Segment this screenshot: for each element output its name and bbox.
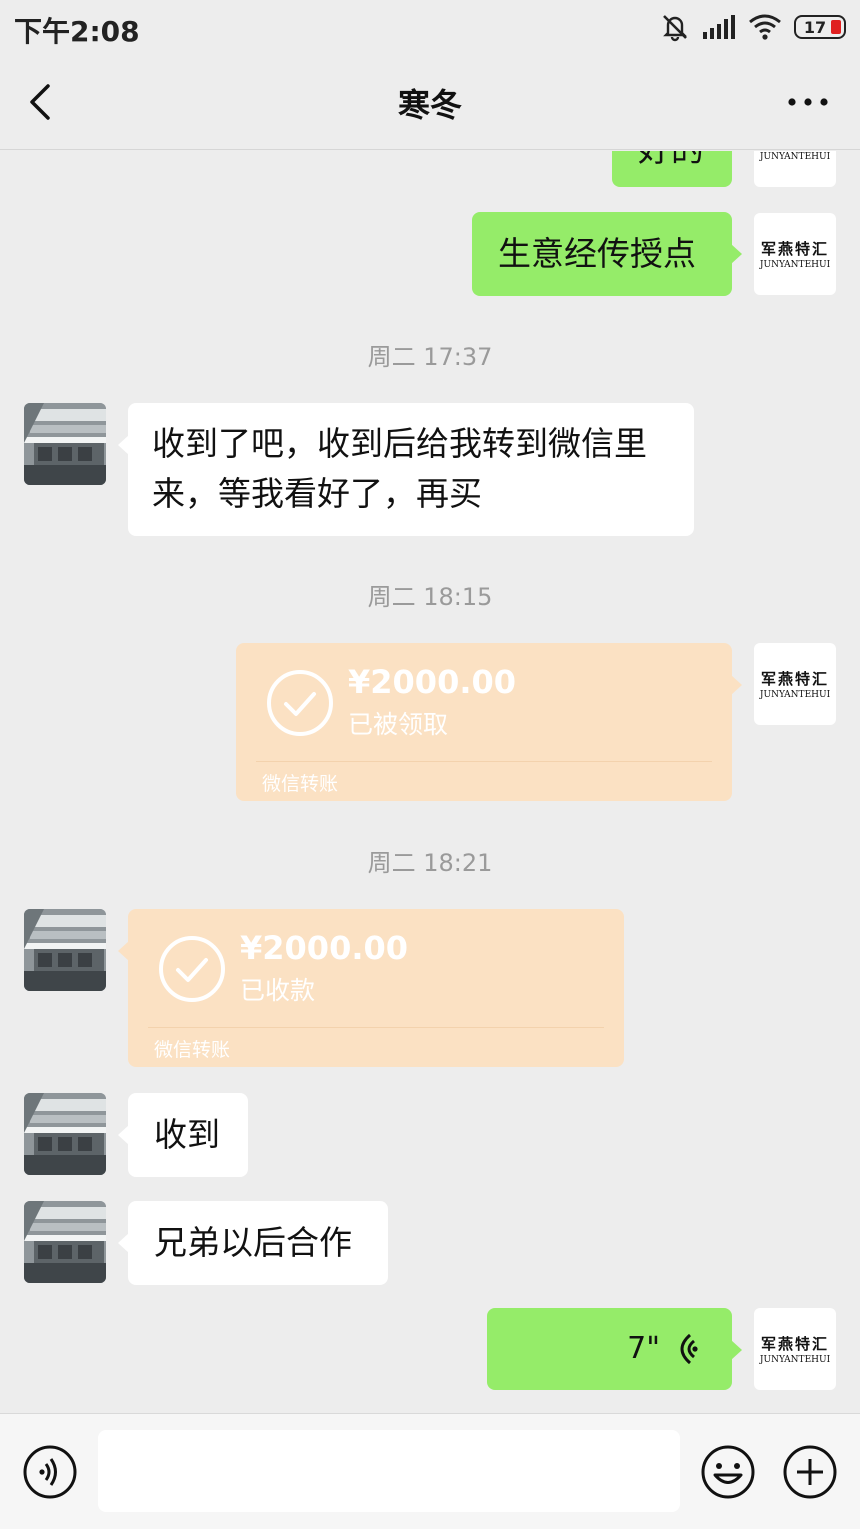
transfer-card-received[interactable]: ¥2000.00 已收款 微信转账 [118, 909, 624, 1067]
voice-message-bubble[interactable]: 7" [487, 1308, 742, 1390]
wifi-icon [749, 14, 781, 40]
avatar-contact[interactable] [24, 1093, 106, 1175]
battery-level: 17 [803, 17, 827, 37]
signal-icon [703, 15, 735, 39]
avatar-contact[interactable] [24, 1201, 106, 1283]
transfer-status: 已收款 [240, 976, 316, 1005]
transfer-label: 微信转账 [262, 773, 339, 795]
avatar-self[interactable]: 军燕特汇 JUNYANTEHUI [754, 213, 836, 295]
check-circle-icon [267, 670, 333, 736]
more-functions-button[interactable] [782, 1444, 838, 1500]
message-text: 好的 [638, 151, 704, 169]
message-text: 兄弟以后合作 [154, 1223, 352, 1262]
message-bubble-received[interactable]: 兄弟以后合作 [118, 1201, 388, 1285]
divider [148, 1027, 604, 1028]
message-bubble-sent[interactable]: 生意经传授点 [472, 212, 742, 296]
transfer-amount: ¥2000.00 [348, 663, 517, 701]
input-bar [0, 1413, 860, 1529]
transfer-label: 微信转账 [154, 1039, 231, 1061]
divider [256, 761, 712, 762]
message-text: 收到 [154, 1115, 220, 1154]
message-text-line: 收到了吧，收到后给我转到微信里 [152, 424, 647, 463]
avatar-contact[interactable] [24, 403, 106, 485]
chat-title: 寒冬 [397, 86, 462, 124]
voice-duration: 7" [627, 1331, 660, 1366]
message-text: 生意经传授点 [498, 234, 696, 273]
timestamp: 周二 18:15 [367, 583, 493, 611]
voice-wave-icon [680, 1333, 698, 1365]
avatar-self[interactable]: 军燕特汇 JUNYANTEHUI [754, 151, 836, 187]
chat-message-list[interactable]: 好的 军燕特汇 JUNYANTEHUI 生意经传授点 军燕特汇 JUNYANTE… [0, 151, 860, 1413]
transfer-status: 已被领取 [348, 710, 449, 739]
kitchen-photo-icon [24, 1093, 106, 1175]
battery-icon: 17 [794, 15, 846, 39]
message-bubble-received[interactable]: 收到 [118, 1093, 248, 1177]
avatar-self[interactable]: 军燕特汇 JUNYANTEHUI [754, 643, 836, 725]
avatar-self[interactable]: 军燕特汇 JUNYANTEHUI [754, 1308, 836, 1390]
mute-bell-icon [663, 15, 687, 42]
kitchen-photo-icon [24, 909, 106, 991]
timestamp: 周二 18:21 [367, 849, 493, 877]
message-input[interactable] [98, 1430, 680, 1512]
status-time: 下午2:08 [14, 15, 140, 48]
status-icons: 17 [660, 12, 846, 42]
message-bubble-sent[interactable]: 好的 [612, 151, 732, 187]
message-text-line: 来，等我看好了，再买 [152, 474, 482, 513]
kitchen-photo-icon [24, 403, 106, 485]
kitchen-photo-icon [24, 1201, 106, 1283]
chat-header: 寒冬 [0, 52, 860, 150]
emoji-button[interactable] [700, 1444, 756, 1500]
transfer-card-sent[interactable]: ¥2000.00 已被领取 微信转账 [236, 643, 742, 801]
transfer-amount: ¥2000.00 [240, 929, 409, 967]
more-options-button[interactable] [786, 92, 830, 112]
voice-input-button[interactable] [22, 1444, 78, 1500]
message-bubble-received[interactable]: 收到了吧，收到后给我转到微信里 来，等我看好了，再买 [118, 403, 694, 536]
avatar-contact[interactable] [24, 909, 106, 991]
status-bar: 下午2:08 17 [0, 0, 860, 52]
timestamp: 周二 17:37 [367, 343, 493, 371]
check-circle-icon [159, 936, 225, 1002]
